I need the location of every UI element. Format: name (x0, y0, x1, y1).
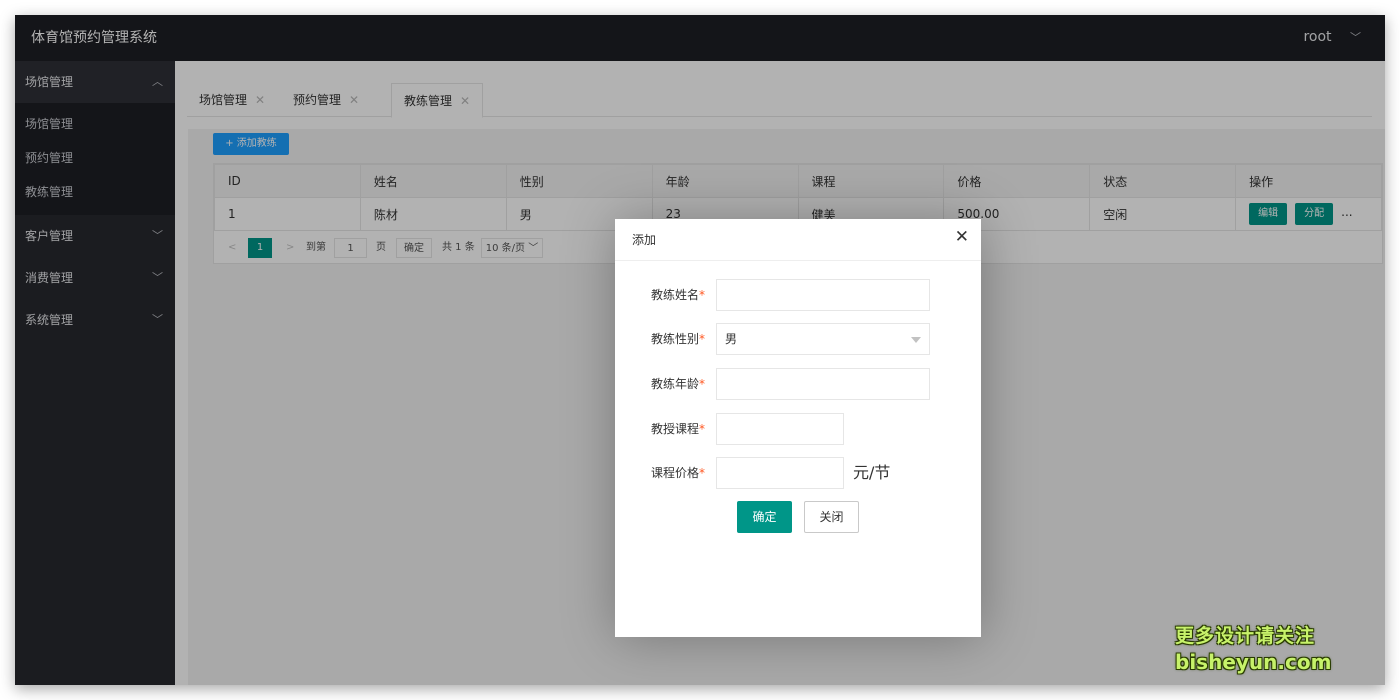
label-text: 课程价格 (650, 466, 699, 480)
course-price-input[interactable] (716, 457, 844, 489)
course-input[interactable] (716, 413, 844, 445)
select-value: 男 (725, 332, 738, 346)
field-label: 教练姓名* (635, 279, 705, 311)
confirm-button[interactable]: 确定 (737, 501, 792, 533)
label-text: 教练姓名 (650, 288, 699, 302)
required-mark: * (699, 288, 705, 302)
price-unit-label: 元/节 (853, 463, 891, 482)
required-mark: * (699, 332, 705, 346)
watermark: 更多设计请关注 bisheyun.com (1175, 623, 1375, 675)
form-row-course: 教授课程* (615, 413, 981, 447)
caret-down-icon (911, 337, 921, 343)
add-coach-dialog: 添加 ✕ 教练姓名* 教练性别* 男 教练年龄* 教授课程* 课程价格* 元/节 (615, 219, 981, 637)
field-label: 课程价格* (635, 457, 705, 489)
form-row-age: 教练年龄* (615, 368, 981, 402)
field-label: 教练性别* (635, 323, 705, 355)
label-text: 教练性别 (650, 332, 699, 346)
label-text: 教授课程 (650, 422, 699, 436)
watermark-url: bisheyun.com (1175, 650, 1332, 674)
coach-gender-select[interactable]: 男 (716, 323, 930, 355)
required-mark: * (699, 377, 705, 391)
form-row-gender: 教练性别* 男 (615, 323, 981, 357)
label-text: 教练年龄 (650, 377, 699, 391)
form-row-price: 课程价格* 元/节 (615, 457, 981, 491)
field-label: 教授课程* (635, 413, 705, 445)
required-mark: * (699, 422, 705, 436)
modal-overlay-sidebar (15, 15, 175, 685)
watermark-line: 更多设计请关注 (1175, 625, 1316, 647)
field-label: 教练年龄* (635, 368, 705, 400)
form-row-name: 教练姓名* (615, 279, 981, 313)
close-icon[interactable]: ✕ (955, 227, 969, 247)
app-window: 体育馆预约管理系统 场馆管理 ︿ 场馆管理 预约管理 教练管理 客户管理 ﹀ 消… (15, 15, 1385, 685)
close-button[interactable]: 关闭 (804, 501, 859, 533)
required-mark: * (699, 466, 705, 480)
coach-age-input[interactable] (716, 368, 930, 400)
dialog-title: 添加 (615, 219, 981, 261)
coach-name-input[interactable] (716, 279, 930, 311)
